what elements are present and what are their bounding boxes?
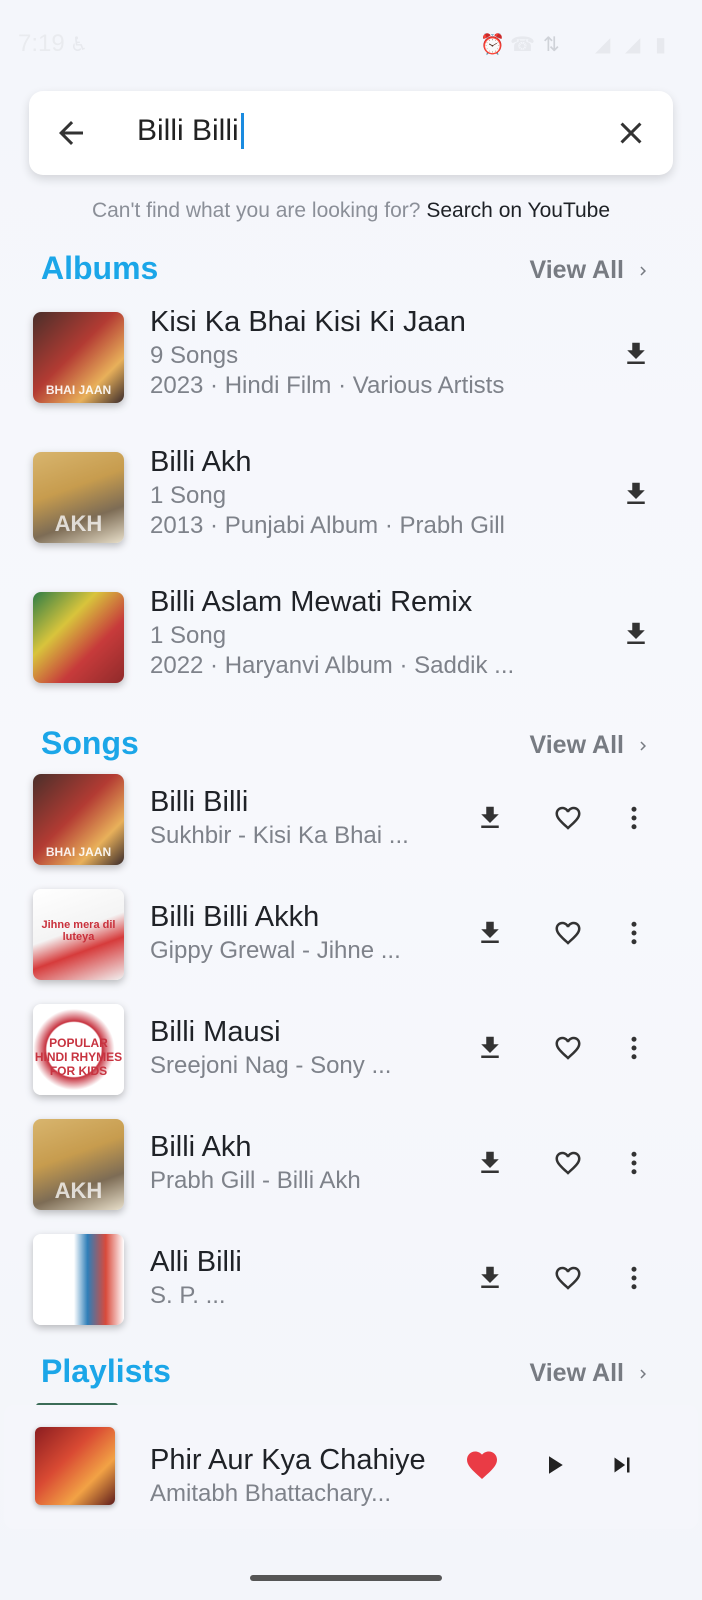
close-icon[interactable] <box>613 115 649 151</box>
search-youtube-link[interactable]: Search on YouTube <box>426 199 610 222</box>
search-hint: Can't find what you are looking for? Sea… <box>0 199 702 223</box>
song-title: Billi Billi <box>150 786 249 818</box>
song-art-text: BHAI JAAN <box>45 845 112 859</box>
heart-outline-icon[interactable] <box>546 1256 590 1300</box>
song-row[interactable]: Alli Billi S. P. ... <box>0 1234 702 1326</box>
play-icon[interactable] <box>532 1443 576 1487</box>
album-art: AKH <box>33 452 124 543</box>
chevron-right-icon <box>640 266 646 275</box>
back-arrow-icon[interactable] <box>53 115 89 151</box>
gesture-nav-bar[interactable] <box>250 1575 442 1581</box>
view-all-label: View All <box>529 731 624 759</box>
more-vert-icon[interactable] <box>612 911 656 955</box>
accessibility-icon: ♿ <box>70 34 88 56</box>
song-art-text: POPULAR HINDI RHYMES FOR KIDS <box>34 1036 123 1078</box>
song-art-text: Jihne mera dil luteya <box>41 919 116 943</box>
album-row[interactable]: AKH Billi Akh 1 Song 2013 · Punjabi Albu… <box>0 446 702 552</box>
album-art <box>33 592 124 683</box>
album-title: Kisi Ka Bhai Kisi Ki Jaan <box>150 306 466 338</box>
song-subtitle: Gippy Grewal - Jihne ... <box>150 937 401 964</box>
signal-icon-2: ◢ <box>625 34 641 56</box>
more-vert-icon[interactable] <box>612 1141 656 1185</box>
song-row[interactable]: AKH Billi Akh Prabh Gill - Billi Akh <box>0 1119 702 1211</box>
playlists-view-all-button[interactable]: View All <box>530 1359 652 1388</box>
download-icon[interactable] <box>468 1026 512 1070</box>
album-row[interactable]: BHAI JAAN Kisi Ka Bhai Kisi Ki Jaan 9 So… <box>0 306 702 412</box>
phone-icon: ☎ <box>510 34 535 56</box>
song-row[interactable]: Jihne mera dil luteya Billi Billi Akkh G… <box>0 889 702 981</box>
song-title: Billi Billi Akkh <box>150 901 320 933</box>
more-vert-icon[interactable] <box>612 1026 656 1070</box>
now-playing-artist: Amitabh Bhattachary... <box>150 1480 392 1507</box>
song-row[interactable]: BHAI JAAN Billi Billi Sukhbir - Kisi Ka … <box>0 774 702 866</box>
song-subtitle: Prabh Gill - Billi Akh <box>150 1167 361 1194</box>
signal-icon: ◢ <box>595 34 611 56</box>
album-row[interactable]: Billi Aslam Mewati Remix 1 Song 2022 · H… <box>0 586 702 692</box>
download-icon[interactable] <box>468 1141 512 1185</box>
data-arrows-icon: ⇅ <box>543 34 560 56</box>
song-art: POPULAR HINDI RHYMES FOR KIDS <box>33 1004 124 1095</box>
song-art: BHAI JAAN <box>33 774 124 865</box>
view-all-label: View All <box>529 1359 624 1387</box>
heart-outline-icon[interactable] <box>546 1026 590 1070</box>
skip-next-icon[interactable] <box>600 1443 644 1487</box>
albums-heading: Albums <box>41 250 159 286</box>
songs-heading: Songs <box>41 725 139 761</box>
heart-filled-icon[interactable] <box>460 1443 504 1487</box>
song-art: Jihne mera dil luteya <box>33 889 124 980</box>
album-art-text: BHAI JAAN <box>45 383 112 397</box>
heart-outline-icon[interactable] <box>546 1141 590 1185</box>
song-title: Alli Billi <box>150 1246 242 1278</box>
hint-text: Can't find what you are looking for? <box>91 199 421 222</box>
search-bar: Billi Billi <box>29 91 673 175</box>
album-song-count: 1 Song <box>150 622 227 649</box>
more-vert-icon[interactable] <box>612 796 656 840</box>
song-art: AKH <box>33 1119 124 1210</box>
album-title: Billi Akh <box>150 446 252 478</box>
album-meta: 2013 · Punjabi Album · Prabh Gill <box>150 512 505 539</box>
download-icon[interactable] <box>614 472 658 516</box>
search-query-text: Billi Billi <box>137 114 239 147</box>
download-icon[interactable] <box>614 332 658 376</box>
album-song-count: 9 Songs <box>150 342 239 369</box>
song-subtitle: Sukhbir - Kisi Ka Bhai ... <box>150 822 409 849</box>
song-art <box>33 1234 124 1325</box>
status-bar: 7:19 ♿ ⏰ ☎ ⇅ ◢ ◢ ▮ <box>0 0 702 80</box>
album-song-count: 1 Song <box>150 482 227 509</box>
search-input[interactable]: Billi Billi <box>137 113 244 149</box>
album-art: BHAI JAAN <box>33 312 124 403</box>
status-time: 7:19 <box>18 30 65 57</box>
chevron-right-icon <box>640 1369 646 1378</box>
more-vert-icon[interactable] <box>612 1256 656 1300</box>
albums-view-all-button[interactable]: View All <box>530 256 652 285</box>
song-title: Billi Akh <box>150 1131 252 1163</box>
album-meta: 2022 · Haryanvi Album · Saddik ... <box>150 652 515 679</box>
download-icon[interactable] <box>468 911 512 955</box>
song-title: Billi Mausi <box>150 1016 281 1048</box>
album-art-text: AKH <box>54 511 103 536</box>
now-playing-art[interactable] <box>35 1427 115 1505</box>
view-all-label: View All <box>529 256 624 284</box>
battery-icon: ▮ <box>655 34 667 56</box>
playlists-heading: Playlists <box>41 1353 171 1389</box>
album-title: Billi Aslam Mewati Remix <box>150 586 473 618</box>
song-subtitle: Sreejoni Nag - Sony ... <box>150 1052 392 1079</box>
download-icon[interactable] <box>468 796 512 840</box>
download-icon[interactable] <box>468 1256 512 1300</box>
download-icon[interactable] <box>614 612 658 656</box>
song-subtitle: S. P. ... <box>150 1282 226 1309</box>
heart-outline-icon[interactable] <box>546 796 590 840</box>
alarm-icon: ⏰ <box>480 34 505 56</box>
album-meta: 2023 · Hindi Film · Various Artists <box>150 372 505 399</box>
songs-view-all-button[interactable]: View All <box>530 731 652 760</box>
text-cursor <box>240 113 244 149</box>
song-art-text: AKH <box>54 1178 103 1203</box>
chevron-right-icon <box>640 741 646 750</box>
song-row[interactable]: POPULAR HINDI RHYMES FOR KIDS Billi Maus… <box>0 1004 702 1096</box>
heart-outline-icon[interactable] <box>546 911 590 955</box>
now-playing-title[interactable]: Phir Aur Kya Chahiye <box>150 1444 426 1477</box>
